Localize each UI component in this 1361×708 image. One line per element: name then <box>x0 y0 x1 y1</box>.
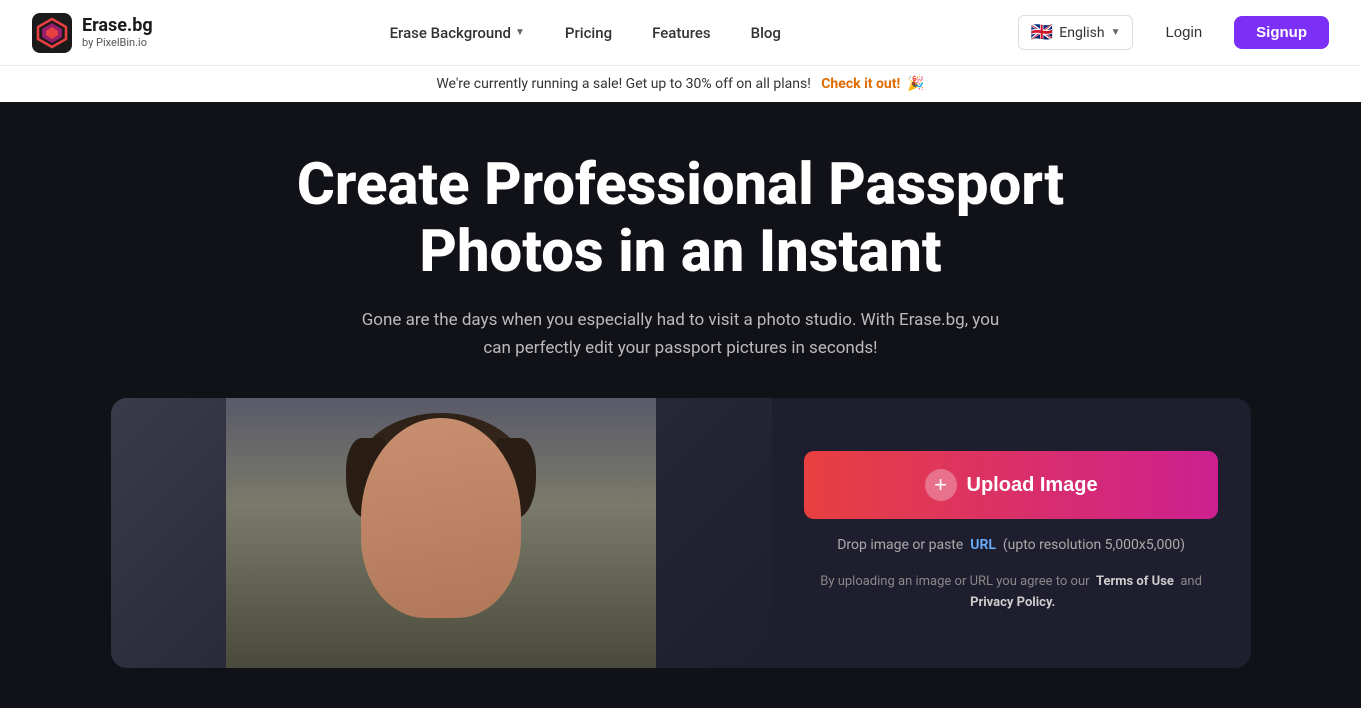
upload-url-link[interactable]: URL <box>970 537 996 553</box>
person-silhouette <box>226 398 656 668</box>
flag-icon: 🇬🇧 <box>1031 22 1053 43</box>
terms-of-use-link[interactable]: Terms of Use <box>1096 574 1174 589</box>
hero-section: Create Professional Passport Photos in a… <box>0 102 1361 708</box>
sale-text: We're currently running a sale! Get up t… <box>436 76 811 92</box>
nav-features[interactable]: Features <box>636 16 726 50</box>
nav-right: 🇬🇧 English ▼ Login Signup <box>1018 15 1329 50</box>
person-head <box>361 418 521 618</box>
demo-image-placeholder <box>111 398 772 668</box>
logo-subtitle: by PixelBin.io <box>82 36 153 49</box>
language-label: English <box>1059 25 1104 41</box>
sale-banner: We're currently running a sale! Get up t… <box>0 65 1361 102</box>
upload-terms: By uploading an image or URL you agree t… <box>804 572 1219 614</box>
language-selector[interactable]: 🇬🇧 English ▼ <box>1018 15 1134 50</box>
login-button[interactable]: Login <box>1145 16 1222 49</box>
upload-image-button[interactable]: + Upload Image <box>804 451 1219 519</box>
nav-blog[interactable]: Blog <box>735 16 797 50</box>
nav-center: Erase Background ▼ Pricing Features Blog <box>374 16 797 50</box>
logo-icon <box>32 13 72 53</box>
signup-button[interactable]: Signup <box>1234 16 1329 49</box>
nav-erase-background[interactable]: Erase Background ▼ <box>374 16 541 50</box>
terms-prefix: By uploading an image or URL you agree t… <box>820 574 1089 589</box>
hero-title: Create Professional Passport Photos in a… <box>231 152 1131 285</box>
hero-subtitle: Gone are the days when you especially ha… <box>361 307 1001 361</box>
navbar: Erase.bg by PixelBin.io Erase Background… <box>0 0 1361 65</box>
upload-hint: Drop image or paste URL (upto resolution… <box>804 535 1219 556</box>
terms-and-text: and <box>1180 574 1202 589</box>
demo-card: + Upload Image Drop image or paste URL (… <box>111 398 1251 668</box>
logo-text: Erase.bg by PixelBin.io <box>82 16 153 49</box>
privacy-policy-link[interactable]: Privacy Policy. <box>970 595 1055 610</box>
demo-upload-side: + Upload Image Drop image or paste URL (… <box>772 398 1251 668</box>
nav-pricing[interactable]: Pricing <box>549 16 628 50</box>
upload-plus-icon: + <box>925 469 957 501</box>
logo-area: Erase.bg by PixelBin.io <box>32 13 153 53</box>
sale-cta-text: Check it out! <box>821 76 900 92</box>
lang-chevron-icon: ▼ <box>1111 27 1121 38</box>
sale-emoji: 🎉 <box>907 76 924 92</box>
upload-hint-text: Drop image or paste <box>837 537 963 553</box>
logo-title: Erase.bg <box>82 16 153 36</box>
demo-image-side <box>111 398 772 668</box>
upload-button-label: Upload Image <box>967 474 1098 497</box>
upload-resolution-text: (upto resolution 5,000x5,000) <box>1003 537 1185 553</box>
chevron-down-icon: ▼ <box>515 27 525 38</box>
sale-cta-link[interactable]: Check it out! <box>821 76 904 92</box>
